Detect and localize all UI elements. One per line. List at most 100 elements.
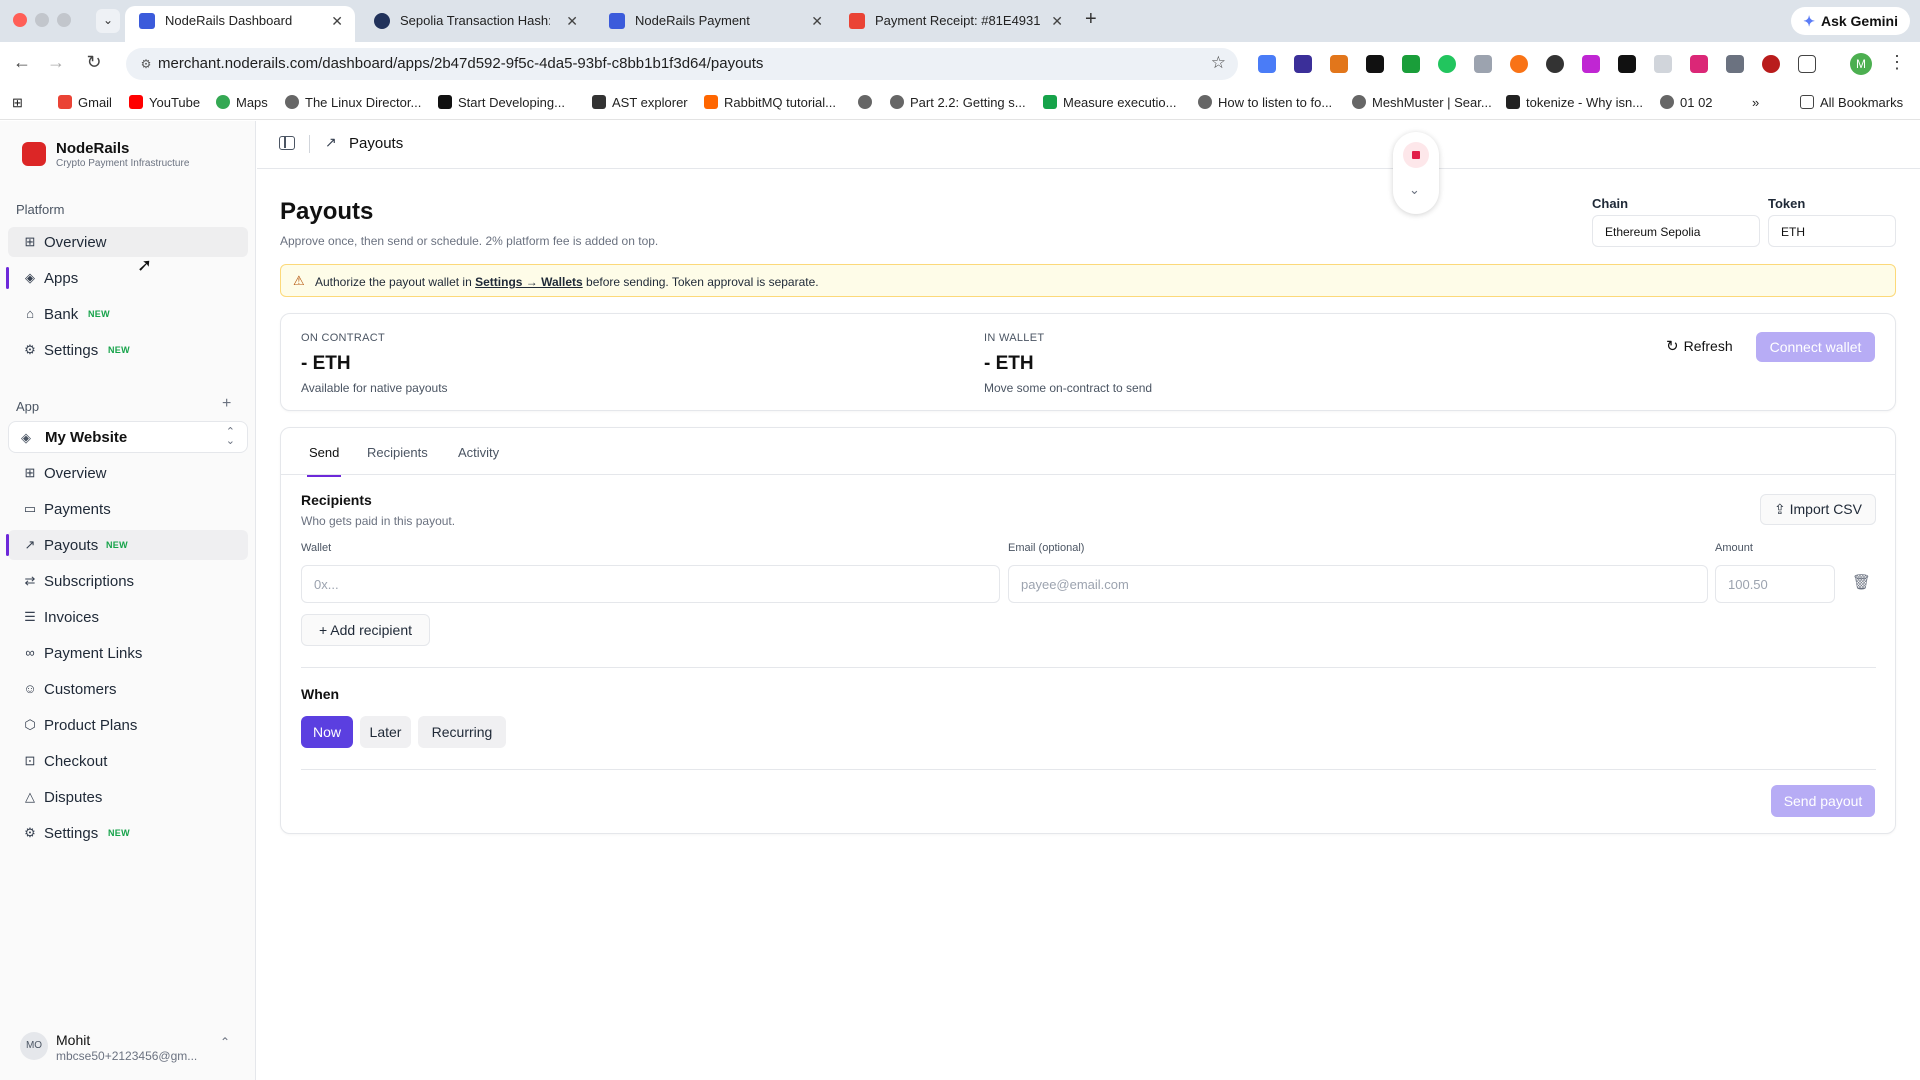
window-zoom-button[interactable]	[57, 13, 71, 27]
tab-search-button[interactable]: ⌄	[96, 9, 120, 33]
tab-recipients[interactable]: Recipients	[367, 445, 428, 460]
bookmark-globe[interactable]	[858, 95, 878, 110]
sidebar-item-platform-settings[interactable]: ⚙ Settings NEW	[8, 335, 248, 365]
token-select[interactable]: ETH	[1768, 215, 1896, 247]
download-extension-icon[interactable]	[1402, 55, 1420, 73]
extension-icon[interactable]	[1510, 55, 1528, 73]
window-minimize-button[interactable]	[35, 13, 49, 27]
trash-icon[interactable]: 🗑	[1852, 573, 1871, 591]
user-email[interactable]: mbcse50+2123456@gm...	[56, 1049, 197, 1063]
connect-wallet-button[interactable]: Connect wallet	[1756, 332, 1875, 362]
close-tab-icon[interactable]: ✕	[331, 6, 343, 36]
bookmark-ast-explorer[interactable]: AST explorer	[592, 95, 688, 110]
chevron-up-icon[interactable]: ⌃	[220, 1035, 230, 1049]
tab-send[interactable]: Send	[306, 445, 342, 477]
extensions-puzzle-icon[interactable]	[1798, 55, 1816, 73]
browser-tab-noderails-payment[interactable]: NodeRails Payment ✕	[595, 6, 835, 42]
extension-icon[interactable]	[1366, 55, 1384, 73]
extension-icon[interactable]	[1546, 55, 1564, 73]
all-bookmarks-button[interactable]: All Bookmarks	[1800, 95, 1903, 110]
site-info-icon[interactable]: ⚙	[138, 56, 154, 72]
bookmark-youtube[interactable]: YouTube	[129, 95, 200, 110]
back-arrow-icon[interactable]: ←	[10, 52, 34, 73]
close-tab-icon[interactable]: ✕	[811, 6, 823, 36]
metamask-extension-icon[interactable]	[1330, 55, 1348, 73]
add-recipient-button[interactable]: + Add recipient	[301, 614, 430, 646]
bookmark-tokenize[interactable]: tokenize - Why isn...	[1506, 95, 1643, 110]
sidebar-item-overview[interactable]: ⊞ Overview	[8, 458, 248, 488]
wallet-input[interactable]: 0x...	[301, 565, 1000, 603]
sidebar-item-checkout[interactable]: ⊡ Checkout	[8, 746, 248, 776]
bookmark-star-icon[interactable]: ☆	[1211, 53, 1226, 73]
bookmark-label: The Linux Director...	[305, 95, 422, 110]
apps-grid-icon[interactable]: ⊞	[12, 95, 23, 111]
browser-tab-payment-receipt[interactable]: Payment Receipt: #81E49312 ✕	[835, 6, 1075, 42]
sidebar-item-app-settings[interactable]: ⚙ Settings NEW	[8, 818, 248, 848]
more-menu-icon[interactable]: ⋮	[1888, 52, 1906, 73]
browser-tab-sepolia[interactable]: Sepolia Transaction Hash: 0x2 ✕	[360, 6, 590, 42]
add-app-plus-icon[interactable]: +	[222, 395, 231, 413]
forward-arrow-icon[interactable]: →	[44, 52, 68, 73]
ask-gemini-button[interactable]: ✦ Ask Gemini	[1791, 7, 1910, 35]
sidebar-item-platform-overview[interactable]: ⊞ Overview	[8, 227, 248, 257]
url-text[interactable]: merchant.noderails.com/dashboard/apps/2b…	[158, 55, 763, 72]
user-avatar[interactable]: MO	[20, 1032, 48, 1060]
email-input[interactable]: payee@email.com	[1008, 565, 1708, 603]
when-now-button[interactable]: Now	[301, 716, 353, 748]
when-later-button[interactable]: Later	[360, 716, 411, 748]
refresh-button[interactable]: ↻ Refresh	[1666, 337, 1733, 355]
bookmark-meshmuster[interactable]: MeshMuster | Sear...	[1352, 95, 1492, 110]
tab-activity[interactable]: Activity	[458, 445, 499, 460]
settings-wallets-link[interactable]: Settings → Wallets	[475, 275, 583, 289]
extension-icon[interactable]	[1294, 55, 1312, 73]
app-selector[interactable]: ◈ My Website ⌃ ⌄	[8, 421, 248, 453]
extension-icon[interactable]	[1258, 55, 1276, 73]
amount-input[interactable]: 100.50	[1715, 565, 1835, 603]
extension-icon[interactable]	[1762, 55, 1780, 73]
extension-icon[interactable]	[1654, 55, 1672, 73]
bookmark-01-02[interactable]: 01 02	[1660, 95, 1713, 110]
import-csv-button[interactable]: ⇪ Import CSV	[1760, 494, 1876, 525]
sidebar-item-subscriptions[interactable]: ⇄ Subscriptions	[8, 566, 248, 596]
stop-recording-icon[interactable]	[1403, 142, 1429, 168]
extension-icon[interactable]	[1582, 55, 1600, 73]
browser-tab-noderails-dashboard[interactable]: NodeRails Dashboard ✕	[125, 6, 355, 42]
extension-icon[interactable]	[1438, 55, 1456, 73]
sidebar-item-payment-links[interactable]: ∞ Payment Links	[8, 638, 248, 668]
close-tab-icon[interactable]: ✕	[1051, 6, 1063, 36]
chevron-down-icon[interactable]: ⌄	[1409, 182, 1420, 198]
when-recurring-button[interactable]: Recurring	[418, 716, 506, 748]
bookmark-maps[interactable]: Maps	[216, 95, 268, 110]
sidebar-item-bank[interactable]: ⌂ Bank NEW	[8, 299, 248, 329]
extension-icon[interactable]	[1474, 55, 1492, 73]
sidebar-item-apps[interactable]: ◈ Apps	[6, 263, 248, 293]
bookmark-part-2-2[interactable]: Part 2.2: Getting s...	[890, 95, 1026, 110]
recording-widget[interactable]: ⌄	[1393, 132, 1439, 214]
sidebar-item-disputes[interactable]: △ Disputes	[8, 782, 248, 812]
sidebar-item-product-plans[interactable]: ⬡ Product Plans	[8, 710, 248, 740]
profile-avatar[interactable]: M	[1850, 53, 1872, 75]
extension-icon[interactable]	[1618, 55, 1636, 73]
close-tab-icon[interactable]: ✕	[566, 6, 578, 36]
bookmark-gmail[interactable]: Gmail	[58, 95, 112, 110]
extension-icon[interactable]	[1726, 55, 1744, 73]
user-name[interactable]: Mohit	[56, 1032, 90, 1048]
more-bookmarks-chevron-icon[interactable]: »	[1752, 95, 1759, 110]
send-payout-button[interactable]: Send payout	[1771, 785, 1875, 817]
bookmark-start-developing[interactable]: Start Developing...	[438, 95, 565, 110]
extension-icon[interactable]	[1690, 55, 1708, 73]
bookmark-measure-execution[interactable]: Measure executio...	[1043, 95, 1176, 110]
bookmark-rabbitmq[interactable]: RabbitMQ tutorial...	[704, 95, 836, 110]
chain-select[interactable]: Ethereum Sepolia	[1592, 215, 1760, 247]
bookmark-how-to-listen[interactable]: How to listen to fo...	[1198, 95, 1332, 110]
sidebar-item-payouts[interactable]: ↗ Payouts NEW	[6, 530, 248, 560]
sidebar-item-customers[interactable]: ☺ Customers	[8, 674, 248, 704]
sidebar-item-invoices[interactable]: ☰ Invoices	[8, 602, 248, 632]
sidebar-item-payments[interactable]: ▭ Payments	[8, 494, 248, 524]
url-omnibox[interactable]: ⚙ merchant.noderails.com/dashboard/apps/…	[126, 48, 1238, 80]
new-tab-icon[interactable]: +	[1085, 8, 1097, 31]
reload-icon[interactable]: ↻	[82, 52, 106, 73]
sidebar-toggle-icon[interactable]	[279, 136, 295, 150]
bookmark-linux-directory[interactable]: The Linux Director...	[285, 95, 421, 110]
window-close-button[interactable]	[13, 13, 27, 27]
